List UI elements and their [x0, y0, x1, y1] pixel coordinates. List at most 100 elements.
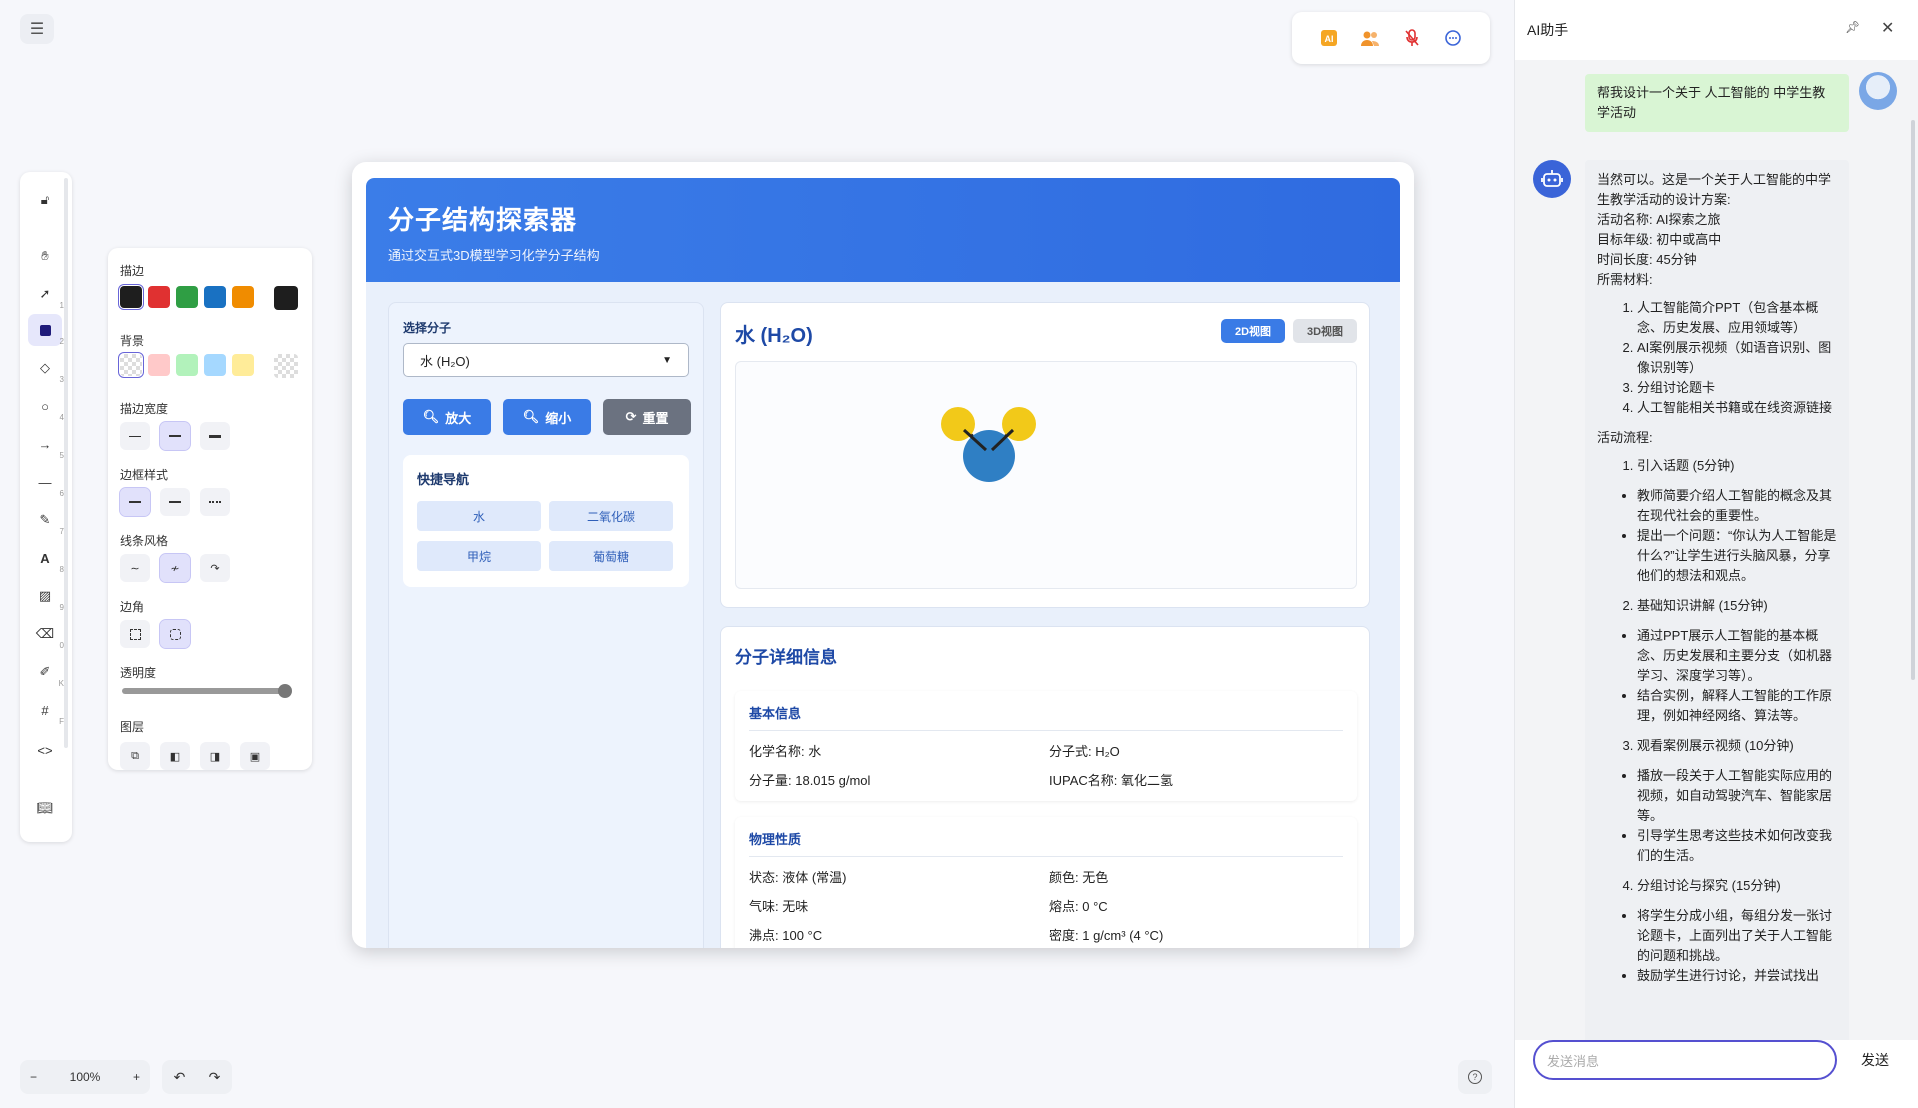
chat-history[interactable]: 帮我设计一个关于 人工智能的 中学生教学活动 当然可以。这是一个关于人工智能的中… [1515, 60, 1918, 1040]
zoom-in-button[interactable]: + [133, 1070, 140, 1084]
reset-button[interactable]: ⟳ 重置 [603, 399, 691, 435]
zoom-level[interactable]: 100% [70, 1070, 101, 1084]
list-item: AI案例展示视频（如语音识别、图像识别等） [1637, 338, 1837, 378]
arrow-tool-button[interactable]: → 5 [28, 428, 65, 461]
main-menu-button[interactable]: ☰ [20, 14, 54, 44]
quick-nav-water[interactable]: 水 [417, 501, 541, 531]
flow-step-3: 观看案例展示视频 (10分钟) [1597, 736, 1837, 756]
diamond-tool-button[interactable]: ◇ 3 [28, 352, 64, 384]
property-key: 化学名称: [749, 744, 805, 759]
sloppiness-artist-option[interactable]: ≁ [159, 553, 191, 583]
send-backward-button[interactable]: ◧ [160, 742, 190, 770]
property-key: 密度: [1049, 928, 1079, 943]
background-swatches [118, 352, 254, 378]
molecule-canvas[interactable] [735, 361, 1357, 589]
quick-nav-glucose[interactable]: 葡萄糖 [549, 541, 673, 571]
view-2d-button[interactable]: 2D视图 [1221, 319, 1285, 343]
border-style-options [119, 487, 230, 517]
physical-property-item: 气味: 无味 [749, 896, 1049, 915]
book-icon: 📖︎ [36, 800, 54, 815]
molecule-select[interactable]: 水 (H₂O) ▼ [403, 343, 689, 377]
send-button[interactable]: 发送 [1861, 1050, 1889, 1070]
properties-panel: 描边 背景 描边宽度 边框样式 线条风格 ∼ ≁ ↷ 边角 透明度 图层 ⧉ ◧… [108, 248, 312, 770]
eraser-tool-button[interactable]: ⌫ 0 [28, 618, 64, 650]
stroke-color-swatch[interactable] [204, 286, 226, 308]
border-solid-option[interactable] [119, 487, 151, 517]
hand-tool-button[interactable]: ✋︎ [28, 240, 62, 272]
circle-icon: ○ [41, 398, 49, 414]
corner-sharp-option[interactable] [120, 620, 150, 648]
tool-strip-scrollbar[interactable] [64, 178, 68, 748]
pencil-tool-button[interactable]: ✎ 7 [28, 504, 64, 536]
quick-nav-methane[interactable]: 甲烷 [417, 541, 541, 571]
library-button[interactable]: 📖︎ [28, 792, 62, 824]
lock-tool-button[interactable]: 🔓︎ [28, 184, 62, 216]
background-color-swatch[interactable] [204, 354, 226, 376]
basic-info-grid: 化学名称: 水分子式: H₂O 分子量: 18.015 g/mol IUPAC名称:… [749, 741, 1343, 789]
view-3d-button[interactable]: 3D视图 [1293, 319, 1357, 343]
stroke-current-color[interactable] [274, 286, 298, 310]
stroke-thin-option[interactable] [120, 422, 150, 450]
image-icon: ▨ [38, 588, 52, 603]
property-value: 无色 [1078, 870, 1109, 885]
text-tool-button[interactable]: A8 [28, 542, 64, 575]
ai-assistant-panel: AI助手 📌︎ ✕ 帮我设计一个关于 人工智能的 中学生教学活动 当然可以。这是… [1514, 0, 1918, 1108]
materials-list: 人工智能简介PPT（包含基本概念、历史发展、应用领域等） AI案例展示视频（如语… [1597, 298, 1837, 418]
mic-off-icon[interactable] [1400, 26, 1424, 50]
rectangle-tool-button[interactable]: 2 [28, 314, 64, 346]
laser-tool-button[interactable]: ✐ K [28, 656, 64, 688]
background-current-color[interactable] [274, 354, 298, 378]
send-to-back-button[interactable]: ⧉ [120, 742, 150, 770]
embed-tool-button[interactable]: <> [28, 734, 62, 766]
image-tool-button[interactable]: ▨ 9 [28, 580, 64, 612]
sloppiness-architect-option[interactable]: ∼ [120, 554, 150, 582]
background-color-swatch[interactable] [176, 354, 198, 376]
select-tool-button[interactable]: ➚ 1 [28, 278, 64, 310]
corner-label: 边角 [120, 600, 145, 614]
property-key: 气味: [749, 899, 779, 914]
property-value: 水 [804, 744, 822, 759]
embedded-webpage-frame[interactable]: 分子结构探索器 通过交互式3D模型学习化学分子结构 选择分子 水 (H₂O) ▼… [352, 162, 1414, 948]
collaborators-icon[interactable] [1358, 26, 1382, 50]
stroke-color-swatch[interactable] [118, 284, 144, 310]
zoom-in-button[interactable]: 🔍︎ 放大 [403, 399, 491, 435]
stroke-color-swatch[interactable] [148, 286, 170, 308]
stroke-bold-option[interactable] [159, 421, 191, 451]
line-tool-button[interactable]: —6 [28, 466, 65, 499]
text-icon: A [40, 550, 50, 566]
line-style-label: 线条风格 [120, 534, 169, 548]
zoom-out-button[interactable]: − [30, 1070, 37, 1084]
corner-round-option[interactable] [159, 619, 191, 649]
chat-icon[interactable] [1441, 26, 1465, 50]
chat-scrollbar[interactable] [1911, 120, 1915, 680]
bring-to-front-button[interactable]: ▣ [240, 742, 270, 770]
pin-icon[interactable]: 📌︎ [1845, 20, 1860, 34]
sloppiness-cartoonist-option[interactable]: ↷ [200, 554, 230, 582]
border-dashed-option[interactable] [160, 488, 190, 516]
stroke-color-swatch[interactable] [232, 286, 254, 308]
opacity-slider-knob[interactable] [278, 684, 292, 698]
opacity-slider[interactable] [122, 684, 292, 698]
whiteboard-canvas[interactable]: ☰ AI 🔓︎ ✋︎ ➚ 1 2 ◇ 3 ○ 4 → 5 —6 ✎ 7 A8 ▨ 9 ⌫ 0 … [0, 0, 1514, 1108]
stroke-color-swatch[interactable] [176, 286, 198, 308]
quick-nav-grid: 水 二氧化碳 甲烷 葡萄糖 [417, 501, 673, 571]
quick-nav-co2[interactable]: 二氧化碳 [549, 501, 673, 531]
background-color-swatch[interactable] [148, 354, 170, 376]
ellipse-tool-button[interactable]: ○ 4 [28, 390, 64, 423]
border-style-label: 边框样式 [120, 468, 169, 482]
bring-forward-button[interactable]: ◨ [200, 742, 230, 770]
redo-button[interactable]: ↷ [209, 1069, 221, 1086]
bring-front-icon: ▣ [249, 750, 261, 763]
border-dotted-option[interactable] [200, 488, 230, 516]
undo-button[interactable]: ↶ [174, 1069, 186, 1086]
close-icon[interactable]: ✕ [1881, 18, 1894, 38]
stroke-extra-bold-option[interactable] [200, 422, 230, 450]
property-value: 100 °C [778, 928, 823, 943]
background-color-swatch[interactable] [232, 354, 254, 376]
ai-badge-icon[interactable]: AI [1317, 26, 1341, 50]
help-button[interactable]: ? [1458, 1060, 1492, 1094]
background-color-swatch[interactable] [118, 352, 144, 378]
frame-tool-button[interactable]: # F [28, 694, 64, 727]
zoom-out-button[interactable]: 🔍︎ 缩小 [503, 399, 591, 435]
message-input[interactable]: 发送消息 [1533, 1040, 1837, 1080]
